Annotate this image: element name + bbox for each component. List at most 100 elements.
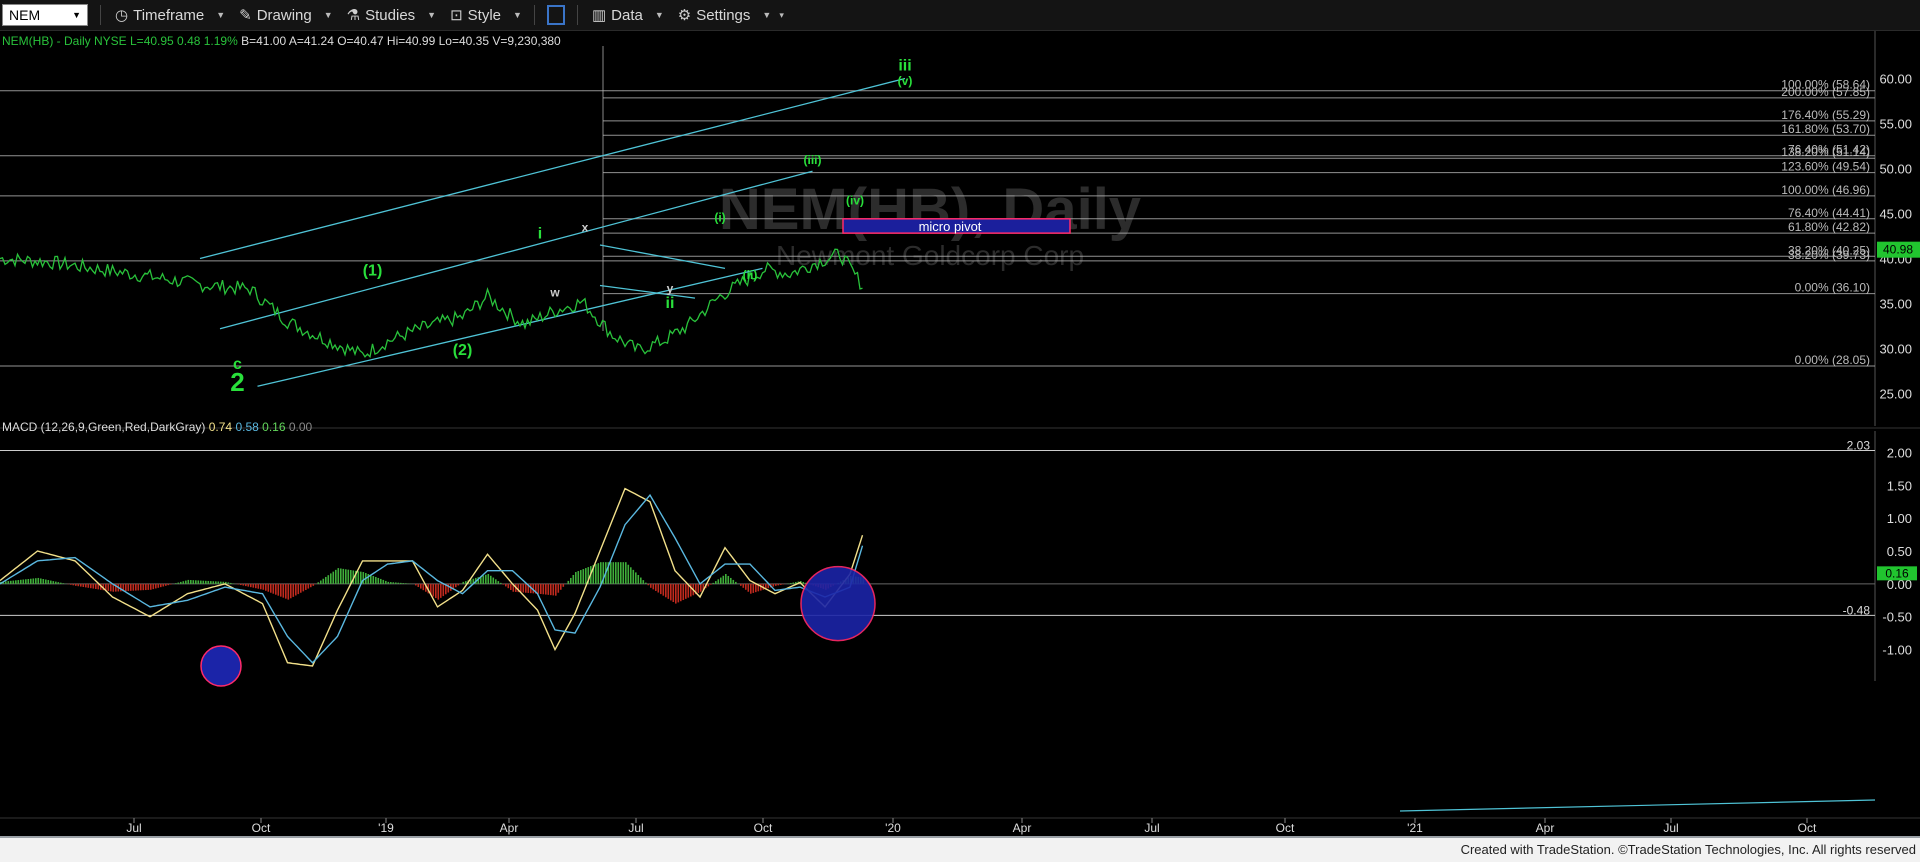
macd-tick-label: 0.50 xyxy=(1887,544,1912,559)
macd-histogram-bar xyxy=(192,580,195,584)
macd-histogram-bar xyxy=(32,578,35,584)
timeframe-menu[interactable]: ◷ Timeframe ▼ xyxy=(115,6,225,25)
macd-histogram-bar xyxy=(525,583,527,593)
macd-histogram-bar xyxy=(50,580,52,584)
macd-histogram-bar xyxy=(652,583,655,590)
macd-histogram-bar xyxy=(87,583,90,588)
macd-histogram-bar xyxy=(205,580,207,584)
macd-header: MACD (12,26,9,Green,Red,DarkGray) 0.74 0… xyxy=(2,420,313,434)
macd-histogram-bar xyxy=(672,583,675,602)
macd-histogram-bar xyxy=(742,583,745,588)
macd-histogram-bar xyxy=(627,564,630,584)
footer: Created with TradeStation. ©TradeStation… xyxy=(0,838,1920,862)
fib-level-label: 176.40% (55.29) xyxy=(1781,108,1870,122)
macd-histogram-bar xyxy=(510,583,512,590)
macd-histogram-bar xyxy=(132,583,135,591)
macd-histogram-bar xyxy=(555,583,557,596)
macd-histogram-bar xyxy=(57,582,60,584)
macd-histogram-bar xyxy=(27,578,30,584)
price-header: NEM(HB) - Daily NYSE L=40.95 0.48 1.19% … xyxy=(2,34,561,48)
macd-histogram-bar xyxy=(392,582,395,584)
macd-histogram-bar xyxy=(260,583,262,590)
drawing-menu[interactable]: ✎ Drawing ▼ xyxy=(239,6,333,25)
fib-level-label: 200.00% (57.85) xyxy=(1781,85,1870,99)
settings-menu[interactable]: ⚙ Settings ▼ ▾ xyxy=(677,6,784,25)
layout-icon[interactable] xyxy=(546,5,565,25)
settings-label: Settings xyxy=(696,6,751,24)
wave-label: ii xyxy=(666,295,675,312)
macd-histogram-bar xyxy=(187,579,190,584)
macd-histogram-bar xyxy=(270,583,272,593)
macd-histogram-bar xyxy=(12,580,15,584)
macd-histogram-bar xyxy=(465,581,467,584)
macd-histogram-bar xyxy=(302,583,305,592)
macd-histogram-bar xyxy=(655,583,657,591)
macd-histogram-bar xyxy=(717,579,720,584)
macd-histogram-bar xyxy=(7,581,10,584)
macd-histogram-bar xyxy=(285,583,287,599)
macd-histogram-bar xyxy=(220,581,222,584)
macd-histogram-bar xyxy=(620,562,622,584)
macd-histogram-bar xyxy=(240,583,242,586)
wave-label: (1) xyxy=(363,263,383,280)
wave-label: w xyxy=(549,285,560,299)
macd-histogram-bar xyxy=(727,575,730,584)
macd-histogram-bar xyxy=(560,583,562,590)
chart-background xyxy=(0,31,1920,838)
macd-histogram-bar xyxy=(125,583,127,592)
macd-histogram-bar xyxy=(550,583,552,596)
macd-histogram-bar xyxy=(135,583,137,591)
symbol-input[interactable]: NEM ▼ xyxy=(2,4,88,26)
macd-histogram-bar xyxy=(17,580,20,584)
macd-histogram-bar xyxy=(282,583,285,598)
macd-histogram-bar xyxy=(635,572,637,584)
gear-icon: ⚙ xyxy=(677,7,692,24)
macd-histogram-bar xyxy=(667,583,670,599)
macd-title: MACD (12,26,9,Green,Red,DarkGray) xyxy=(2,420,209,434)
macd-histogram-bar xyxy=(562,583,565,587)
macd-histogram-bar xyxy=(317,582,320,584)
macd-histogram-bar xyxy=(227,582,230,584)
macd-histogram-bar xyxy=(502,583,505,585)
clock-icon: ◷ xyxy=(115,7,129,24)
fib-level-label: 138.20% (51.14) xyxy=(1781,145,1870,159)
chart-area[interactable]: 60.0055.0050.0045.0040.0035.0030.0025.00… xyxy=(0,31,1920,838)
macd-histogram-bar xyxy=(290,583,292,599)
price-tick-label: 25.00 xyxy=(1879,387,1912,402)
macd-value: 0.00 xyxy=(289,420,313,434)
macd-histogram-bar xyxy=(300,583,302,593)
x-tick-label: '20 xyxy=(885,821,901,835)
macd-histogram-bar xyxy=(637,574,640,584)
flask-icon: ⚗ xyxy=(346,7,361,24)
macd-histogram-bar xyxy=(707,583,710,587)
macd-histogram-bar xyxy=(682,583,685,601)
macd-histogram-bar xyxy=(327,575,330,584)
macd-histogram-bar xyxy=(362,572,365,584)
studies-menu[interactable]: ⚗ Studies ▼ xyxy=(346,6,436,25)
style-menu[interactable]: ⊡ Style ▼ xyxy=(450,6,522,25)
macd-histogram-bar xyxy=(62,583,65,584)
macd-histogram-bar xyxy=(22,579,25,584)
more-icon[interactable]: ▾ xyxy=(779,10,784,21)
last-price-label: 40.98 xyxy=(1883,243,1913,257)
macd-histogram-bar xyxy=(792,582,795,584)
macd-histogram-bar xyxy=(612,562,615,584)
timeframe-label: Timeframe xyxy=(133,6,205,24)
macd-histogram-bar xyxy=(632,569,635,584)
macd-histogram-bar xyxy=(685,583,687,599)
macd-histogram-bar xyxy=(150,583,152,590)
macd-histogram-bar xyxy=(437,583,440,600)
data-menu[interactable]: ▥ Data ▼ xyxy=(592,6,664,25)
macd-histogram-bar xyxy=(207,580,210,584)
macd-histogram-bar xyxy=(175,583,177,584)
macd-histogram-bar xyxy=(20,579,22,584)
style-label: Style xyxy=(467,6,502,24)
x-tick-label: Oct xyxy=(252,821,271,835)
macd-histogram-bar xyxy=(547,583,550,595)
macd-value: 0.16 xyxy=(262,420,289,434)
macd-histogram-bar xyxy=(267,583,270,592)
macd-tick-label: -1.00 xyxy=(1882,643,1912,658)
macd-histogram-bar xyxy=(725,574,727,584)
chevron-down-icon: ▼ xyxy=(762,10,772,20)
wave-label: (iv) xyxy=(846,194,864,208)
